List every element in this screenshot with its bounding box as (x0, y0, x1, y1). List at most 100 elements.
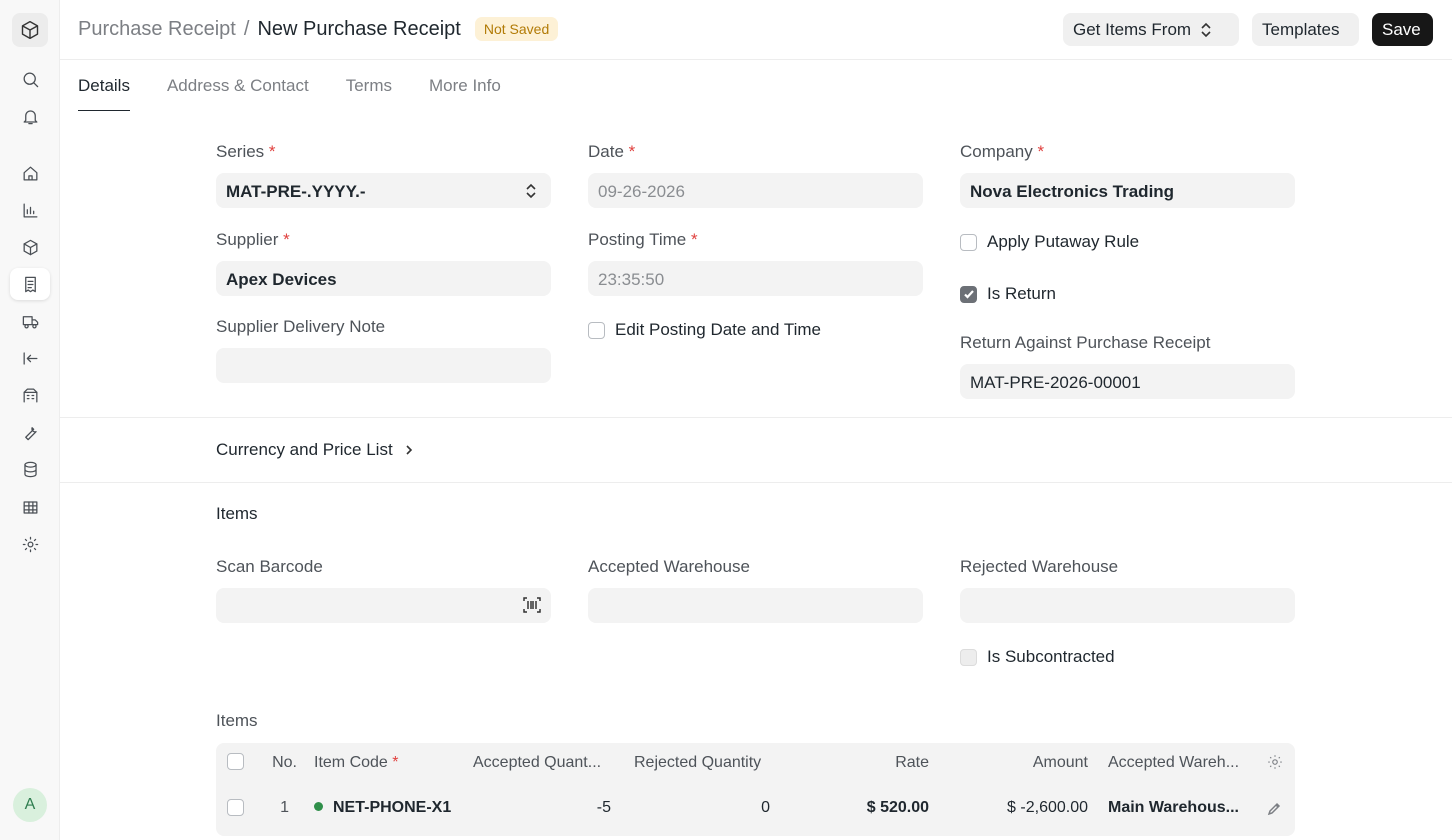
required-mark: * (268, 142, 276, 161)
currency-section-toggle[interactable]: Currency and Price List (216, 440, 415, 460)
column-header-item-code: Item Code * (314, 754, 464, 772)
series-label: Series * (216, 142, 276, 162)
required-mark: * (283, 230, 290, 249)
item-code-text: NET-PHONE-X1 (333, 799, 452, 816)
wrench-icon[interactable] (10, 416, 50, 448)
chart-icon[interactable] (10, 194, 50, 226)
date-field[interactable]: 09-26-2026 (588, 173, 923, 208)
series-label-text: Series (216, 142, 265, 161)
return-against-label: Return Against Purchase Receipt (960, 333, 1211, 352)
accepted-warehouse-field[interactable] (588, 588, 923, 623)
items-section-title: Items (216, 504, 258, 523)
tab-more-info[interactable]: More Info (429, 60, 501, 111)
form-tabs: Details Address & Contact Terms More Inf… (78, 60, 538, 111)
scan-barcode-label: Scan Barcode (216, 557, 323, 576)
row-checkbox[interactable] (227, 799, 244, 816)
column-header-accepted-quantity: Accepted Quant... (473, 754, 602, 771)
edit-pencil-icon[interactable] (1266, 801, 1282, 817)
column-header-accepted-warehouse: Accepted Wareh... (1108, 754, 1240, 771)
series-select[interactable]: MAT-PRE-.YYYY.- (216, 173, 551, 208)
supplier-delivery-note-label: Supplier Delivery Note (216, 317, 386, 336)
checkbox-box[interactable] (588, 321, 605, 339)
barcode-scan-icon[interactable] (523, 596, 541, 614)
row-rate[interactable]: $ 520.00 (816, 799, 929, 817)
table-icon[interactable] (10, 491, 50, 523)
currency-section-title: Currency and Price List (216, 440, 393, 459)
breadcrumb: Purchase Receipt / New Purchase Receipt … (78, 17, 559, 41)
tab-details[interactable]: Details (78, 60, 130, 111)
get-items-from-label: Get Items From (1073, 19, 1192, 39)
get-items-from-button[interactable]: Get Items From (1063, 13, 1239, 46)
row-rejected-qty[interactable]: 0 (634, 799, 770, 817)
items-table: No. Item Code * Accepted Quant... Reject… (216, 743, 1295, 836)
app-logo-icon[interactable] (12, 13, 48, 47)
gear-icon[interactable] (1266, 753, 1284, 771)
row-item-code[interactable]: NET-PHONE-X1 (314, 799, 453, 817)
status-badge: Not Saved (474, 17, 559, 41)
column-header-rate: Rate (895, 754, 929, 771)
receipt-icon[interactable] (10, 268, 50, 300)
posting-time-field[interactable]: 23:35:50 (588, 261, 923, 296)
company-label: Company * (960, 142, 1044, 162)
arrow-left-bar-icon[interactable] (10, 342, 50, 374)
is-subcontracted-checkbox[interactable]: Is Subcontracted (960, 647, 1115, 667)
page-header: Purchase Receipt / New Purchase Receipt … (60, 0, 1452, 60)
sidebar: A (0, 0, 60, 840)
home-icon[interactable] (10, 157, 50, 189)
rejected-warehouse-field[interactable] (960, 588, 1295, 623)
row-amount: $ -2,600.00 (1007, 799, 1088, 816)
company-label-text: Company (960, 142, 1033, 161)
return-against-field[interactable]: MAT-PRE-2026-00001 (960, 364, 1295, 399)
search-icon[interactable] (10, 63, 50, 95)
required-mark: * (1037, 142, 1045, 161)
chevron-up-down-icon (1201, 22, 1211, 37)
date-label: Date * (588, 142, 635, 162)
apply-putaway-label: Apply Putaway Rule (987, 232, 1140, 251)
chevron-right-icon (406, 445, 412, 455)
status-dot-icon (314, 802, 323, 811)
tab-terms[interactable]: Terms (346, 60, 392, 111)
checkbox-box[interactable] (960, 233, 977, 251)
supplier-delivery-note-field[interactable] (216, 348, 551, 383)
tab-address-contact[interactable]: Address & Contact (167, 60, 309, 111)
posting-time-label: Posting Time * (588, 230, 698, 250)
date-label-text: Date (588, 142, 624, 161)
bell-icon[interactable] (10, 100, 50, 132)
supplier-label-text: Supplier (216, 230, 279, 249)
required-mark: * (691, 230, 698, 249)
truck-icon[interactable] (10, 305, 50, 337)
supplier-field[interactable]: Apex Devices (216, 261, 551, 296)
check-icon (963, 290, 974, 299)
database-icon[interactable] (10, 453, 50, 485)
gear-icon[interactable] (10, 528, 50, 560)
posting-time-label-text: Posting Time (588, 230, 687, 249)
company-field[interactable]: Nova Electronics Trading (960, 173, 1295, 208)
section-divider (60, 482, 1452, 483)
required-mark: * (628, 142, 636, 161)
supplier-label: Supplier * (216, 230, 290, 250)
edit-posting-date-checkbox[interactable]: Edit Posting Date and Time (588, 320, 821, 340)
page-title: New Purchase Receipt (257, 17, 461, 40)
save-button[interactable]: Save (1372, 13, 1433, 46)
column-header-amount: Amount (1032, 754, 1088, 771)
templates-button[interactable]: Templates (1252, 13, 1359, 46)
column-header-no: No. (272, 754, 297, 771)
calculator-icon[interactable] (10, 379, 50, 411)
scan-barcode-input[interactable] (216, 588, 551, 623)
is-return-label: Is Return (987, 284, 1056, 303)
select-all-checkbox[interactable] (227, 753, 244, 770)
required-mark: * (392, 754, 399, 771)
apply-putaway-rule-checkbox[interactable]: Apply Putaway Rule (960, 232, 1139, 252)
checkbox-box-checked[interactable] (960, 285, 977, 303)
breadcrumb-parent[interactable]: Purchase Receipt (78, 18, 236, 41)
box-icon[interactable] (10, 231, 50, 263)
section-divider (60, 417, 1452, 418)
row-accepted-warehouse[interactable]: Main Warehous... (1108, 799, 1248, 817)
checkbox-box-disabled (960, 648, 977, 666)
rejected-warehouse-label: Rejected Warehouse (960, 557, 1119, 576)
avatar[interactable]: A (13, 788, 47, 822)
is-subcontracted-label: Is Subcontracted (987, 647, 1115, 666)
row-accepted-qty[interactable]: -5 (473, 799, 611, 817)
accepted-warehouse-label: Accepted Warehouse (588, 557, 750, 576)
is-return-checkbox[interactable]: Is Return (960, 284, 1056, 304)
